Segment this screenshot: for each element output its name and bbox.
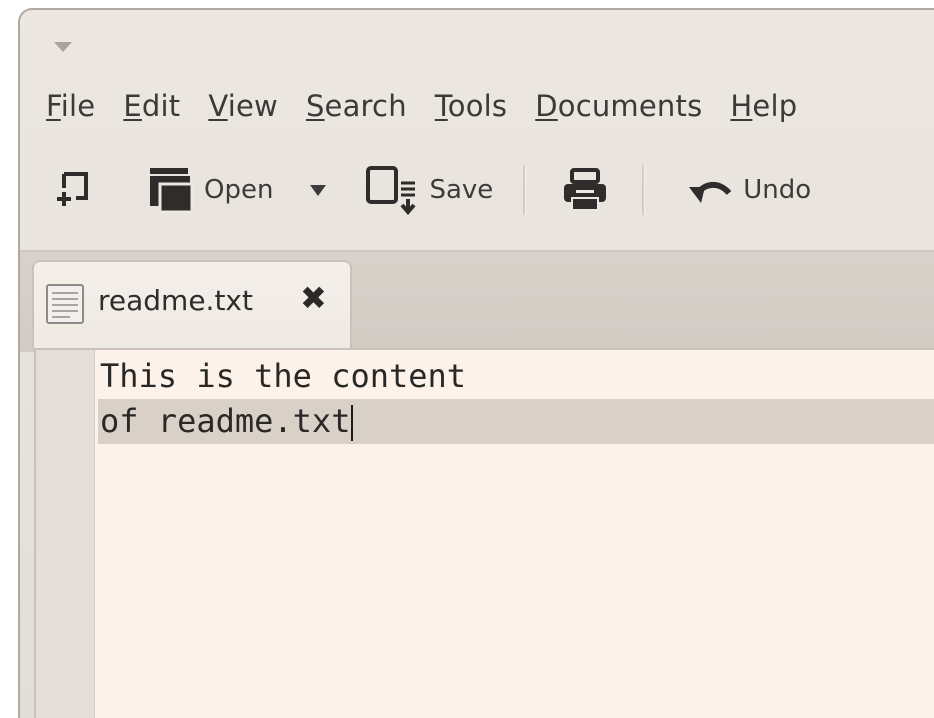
menu-view-label: iew bbox=[227, 89, 278, 123]
new-document-button[interactable] bbox=[56, 170, 90, 210]
new-document-icon bbox=[56, 170, 90, 210]
menu-file[interactable]: File bbox=[46, 89, 95, 123]
menu-file-mnemonic: F bbox=[46, 89, 61, 123]
menu-search-label: earch bbox=[324, 89, 407, 123]
editor-line-text: This is the content bbox=[100, 357, 467, 395]
titlebar bbox=[20, 10, 934, 80]
menu-documents[interactable]: Documents bbox=[535, 89, 702, 123]
menu-tools-label: ools bbox=[447, 89, 508, 123]
close-icon[interactable]: ✖ bbox=[300, 282, 327, 314]
open-folder-icon bbox=[148, 166, 194, 214]
toolbar-separator bbox=[642, 165, 646, 215]
menu-file-label: ile bbox=[60, 89, 96, 123]
menu-help-mnemonic: H bbox=[730, 89, 753, 123]
menu-search-mnemonic: S bbox=[305, 89, 325, 123]
editor-line-current[interactable]: of readme.txt bbox=[98, 399, 934, 444]
menu-view-mnemonic: V bbox=[208, 89, 228, 123]
editor-gutter bbox=[36, 350, 95, 718]
menu-edit[interactable]: Edit bbox=[123, 89, 180, 123]
tab-label: readme.txt bbox=[98, 284, 253, 317]
menu-help-label: elp bbox=[752, 89, 798, 123]
editor-line[interactable]: This is the content bbox=[98, 354, 934, 399]
save-icon bbox=[365, 165, 417, 215]
menu-search[interactable]: Search bbox=[306, 89, 407, 123]
menu-edit-mnemonic: E bbox=[123, 89, 142, 123]
editor-lines[interactable]: This is the content of readme.txt bbox=[98, 354, 934, 444]
document-tabstrip: readme.txt ✖ bbox=[20, 252, 934, 352]
editor-line-text: of readme.txt bbox=[100, 402, 351, 440]
window-menu-icon[interactable] bbox=[54, 42, 72, 52]
menu-documents-mnemonic: D bbox=[535, 89, 558, 123]
tab-readme[interactable]: readme.txt ✖ bbox=[32, 260, 352, 350]
print-button[interactable] bbox=[562, 168, 608, 212]
printer-icon bbox=[562, 168, 608, 212]
menu-tools-mnemonic: T bbox=[434, 89, 448, 123]
undo-button[interactable]: Undo bbox=[687, 175, 811, 205]
text-document-icon bbox=[46, 284, 84, 328]
menu-tools[interactable]: Tools bbox=[435, 89, 507, 123]
toolbar-separator bbox=[523, 165, 527, 215]
text-caret bbox=[351, 405, 354, 441]
menu-edit-label: dit bbox=[141, 89, 181, 123]
editor-window: File Edit View Search Tools Documents He… bbox=[18, 8, 934, 718]
menu-view[interactable]: View bbox=[208, 89, 278, 123]
dropdown-arrow-icon bbox=[309, 183, 327, 197]
undo-icon bbox=[687, 175, 732, 205]
open-button[interactable]: Open bbox=[148, 166, 273, 214]
undo-label: Undo bbox=[743, 175, 812, 205]
open-label: Open bbox=[204, 175, 274, 205]
save-button[interactable]: Save bbox=[365, 165, 493, 215]
menu-documents-label: ocuments bbox=[557, 89, 703, 123]
toolbar: Open Save Undo bbox=[20, 150, 934, 230]
menubar: File Edit View Search Tools Documents He… bbox=[20, 84, 934, 128]
text-editor[interactable]: This is the content of readme.txt bbox=[34, 348, 934, 718]
menu-help[interactable]: Help bbox=[730, 89, 797, 123]
save-label: Save bbox=[429, 175, 494, 205]
recent-files-dropdown[interactable] bbox=[309, 183, 327, 197]
